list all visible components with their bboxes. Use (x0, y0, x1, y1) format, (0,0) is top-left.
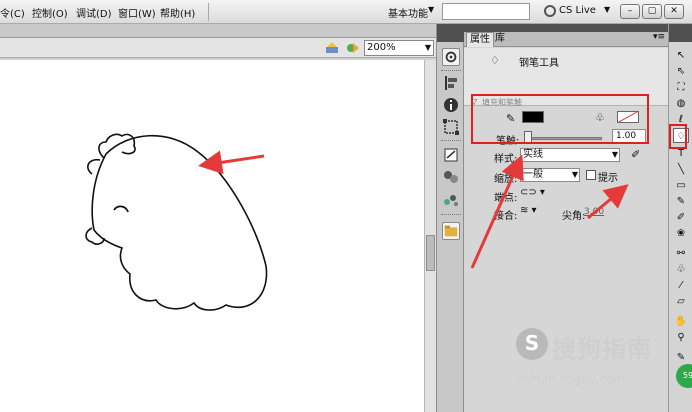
panel-header (464, 24, 668, 32)
transform-icon[interactable] (442, 118, 460, 136)
chevron-down-icon: ▼ (424, 43, 431, 52)
motion-editor-icon[interactable] (442, 48, 460, 66)
swatches-icon[interactable] (442, 168, 460, 186)
cs-live-button[interactable]: CS Live (559, 5, 596, 16)
panel-menu-icon[interactable]: ▾≡ (653, 32, 665, 42)
scale-label: 缩放: (494, 174, 518, 185)
chevron-down-icon[interactable]: ▼ (428, 5, 434, 14)
cap-style-select[interactable]: ⊂⊃ ▾ (520, 187, 545, 198)
scale-select[interactable]: 一般 ▼ (520, 168, 580, 182)
dock-separator (441, 140, 461, 142)
watermark-url: zhinan.sogou.com (516, 372, 626, 386)
3d-rotation-tool-icon[interactable]: ◍ (673, 96, 689, 111)
pencil-tool-icon[interactable]: ✎ (673, 194, 689, 209)
info-icon[interactable] (442, 96, 460, 114)
deco-tool-icon[interactable]: ❀ (673, 226, 689, 241)
hint-label: 提示 (598, 173, 618, 184)
selection-tool-icon[interactable]: ↖ (673, 48, 689, 63)
stage-canvas[interactable] (0, 60, 424, 412)
cap-label: 端点: (494, 193, 518, 204)
chicken-comb-outline (98, 133, 136, 159)
menu-window[interactable]: 窗口(W) (118, 5, 156, 20)
menu-separator (208, 3, 209, 21)
panel-tabs: 属性 库 ▾≡ (464, 32, 668, 47)
dock-header (437, 24, 465, 42)
stroke-color-tool-icon[interactable]: ✎ (673, 350, 689, 365)
zoom-value: 200% (367, 42, 396, 53)
tools-header (669, 24, 692, 42)
chicken-body-outline (91, 134, 268, 311)
stage-area: 200% ▼ ||| (0, 24, 436, 412)
hint-checkbox[interactable] (586, 170, 596, 180)
tools-panel: ↖ ⇖ ⛶ ◍ ℓ ♢ T ╲ ▭ ✎ ✐ ❀ ⚯ ♧ ⁄ ▱ ✋ ⚲ ✎ ◆ (668, 24, 692, 412)
bone-tool-icon[interactable]: ⚯ (673, 246, 689, 261)
subselection-tool-icon[interactable]: ⇖ (673, 64, 689, 79)
miter-label: 尖角: (562, 211, 586, 222)
dock-separator (441, 70, 461, 72)
join-label: 接合: (494, 211, 518, 222)
edit-bar (0, 24, 436, 38)
search-input[interactable] (442, 3, 530, 20)
chevron-down-icon: ▼ (611, 150, 618, 159)
hand-tool-icon[interactable]: ✋ (673, 314, 689, 329)
align-icon[interactable] (442, 74, 460, 92)
cs-live-icon[interactable] (544, 5, 556, 17)
workspace-switcher[interactable]: 基本功能 (388, 5, 428, 20)
sogou-logo-icon: S (516, 328, 548, 360)
annotation-box (669, 124, 687, 149)
chevron-down-icon[interactable]: ▼ (604, 5, 610, 14)
style-select[interactable]: 实线 ▼ (520, 148, 620, 162)
menu-bar: 令(C) 控制(O) 调试(D) 窗口(W) 帮助(H) 基本功能 ▼ CS L… (0, 0, 692, 24)
project-icon[interactable] (442, 222, 460, 240)
eyedropper-tool-icon[interactable]: ⁄ (673, 278, 689, 293)
join-style-select[interactable]: ≋ ▾ (520, 205, 537, 216)
color-icon[interactable] (442, 146, 460, 164)
edit-style-icon[interactable]: ✐ (631, 148, 640, 161)
scene-bar: 200% ▼ (0, 38, 436, 58)
style-value: 实线 (523, 149, 543, 160)
components-icon[interactable] (442, 190, 460, 208)
dock-separator (441, 214, 461, 216)
edit-symbol-icon[interactable] (346, 41, 360, 54)
maximize-button[interactable]: ▢ (642, 4, 662, 19)
tool-name: 钢笔工具 (519, 58, 559, 69)
tab-properties[interactable]: 属性 (466, 32, 494, 47)
scale-value: 一般 (523, 169, 543, 180)
rectangle-tool-icon[interactable]: ▭ (673, 178, 689, 193)
miter-value[interactable]: 3.00 (584, 207, 604, 217)
collapsed-panel-dock (436, 24, 465, 412)
close-button[interactable]: ✕ (664, 4, 684, 19)
style-label: 样式: (494, 154, 518, 165)
paint-bucket-tool-icon[interactable]: ♧ (673, 262, 689, 277)
menu-command[interactable]: 令(C) (0, 5, 25, 20)
line-tool-icon[interactable]: ╲ (673, 162, 689, 177)
menu-control[interactable]: 控制(O) (32, 5, 68, 20)
annotation-box (471, 94, 649, 144)
eraser-tool-icon[interactable]: ▱ (673, 294, 689, 309)
tab-library[interactable]: 库 (492, 32, 508, 47)
menu-help[interactable]: 帮助(H) (160, 5, 195, 20)
brush-tool-icon[interactable]: ✐ (673, 210, 689, 225)
watermark-text: 搜狗指南 (552, 335, 652, 363)
chicken-eye (113, 205, 129, 213)
zoom-select[interactable]: 200% ▼ (364, 40, 434, 56)
pen-tool-icon: ♢ (490, 54, 500, 67)
edit-scene-icon[interactable] (325, 41, 339, 54)
vertical-scroll-thumb[interactable] (426, 235, 435, 271)
vertical-scrollbar[interactable] (424, 60, 436, 412)
menu-debug[interactable]: 调试(D) (76, 5, 112, 20)
free-transform-tool-icon[interactable]: ⛶ (673, 80, 689, 95)
minimize-button[interactable]: – (620, 4, 640, 19)
chicken-drawing (85, 133, 268, 311)
chevron-down-icon: ▼ (571, 170, 578, 179)
zoom-tool-icon[interactable]: ⚲ (673, 330, 689, 345)
